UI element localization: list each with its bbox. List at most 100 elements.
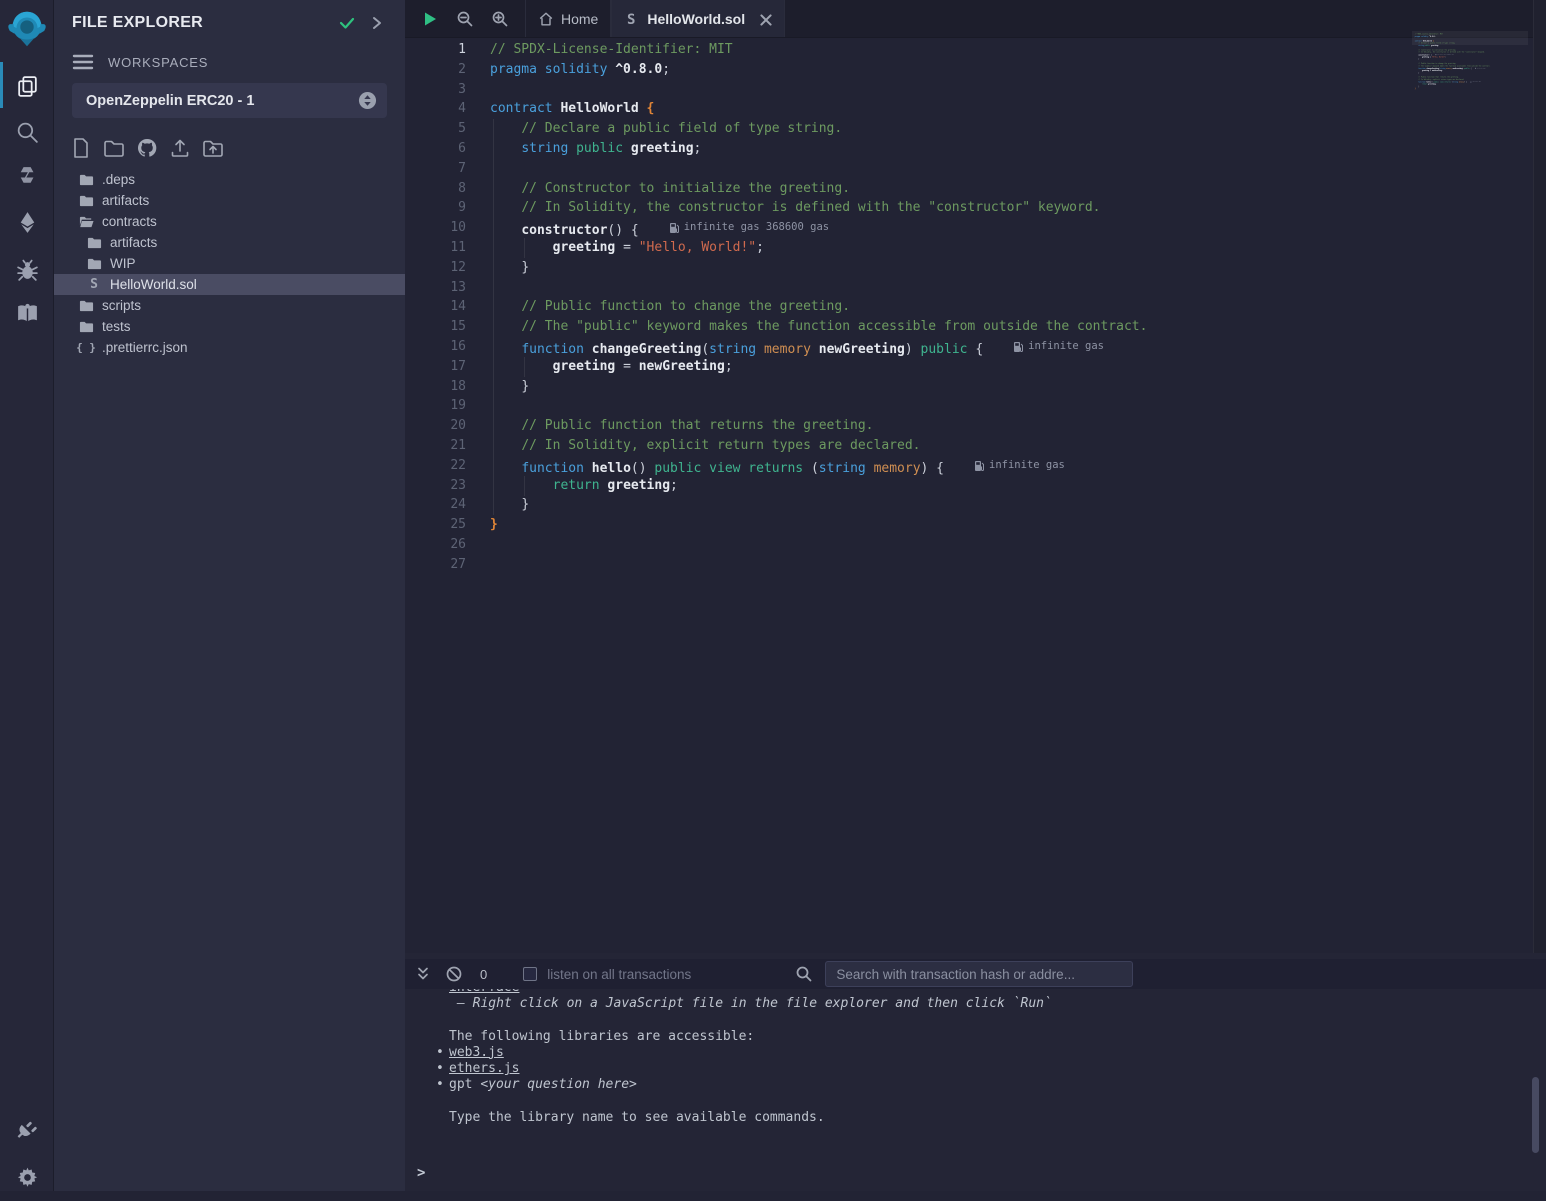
gas-estimate-hint: infinite gas 368600 gas (669, 218, 829, 238)
line-number: 10 (405, 218, 466, 238)
terminal-line (405, 1012, 1532, 1028)
workspace-dropdown-toggle-icon[interactable] (358, 91, 377, 110)
code-line: 27 (405, 555, 1533, 575)
line-number: 25 (405, 515, 466, 535)
check-icon[interactable] (337, 13, 357, 33)
chevron-right-icon[interactable] (367, 13, 387, 33)
tree-item-label: scripts (102, 298, 141, 313)
expand-terminal-icon[interactable] (414, 965, 432, 983)
clear-console-icon[interactable] (445, 965, 463, 983)
new-folder-icon[interactable] (103, 137, 127, 161)
close-tab-icon[interactable] (758, 12, 772, 26)
activitybar-settings[interactable] (0, 1153, 54, 1201)
tree-item--prettierrc-json[interactable]: { } .prettierrc.json (54, 337, 405, 358)
tree-item-label: HelloWorld.sol (110, 277, 197, 292)
code-line: 17 greeting = newGreeting; (405, 357, 1533, 377)
json-icon: { } (78, 340, 94, 356)
line-number: 23 (405, 476, 466, 496)
tree-item-helloworld-sol[interactable]: S HelloWorld.sol (54, 274, 405, 295)
upload-file-icon[interactable] (169, 137, 193, 161)
editor-scrollbar[interactable] (1533, 0, 1546, 953)
tree-item-tests[interactable]: tests (54, 316, 405, 337)
activitybar-learneth[interactable] (0, 289, 54, 337)
code-line: 15 // The "public" keyword makes the fun… (405, 317, 1533, 337)
code-line: 9 // In Solidity, the constructor is def… (405, 198, 1533, 218)
activitybar-debugger[interactable] (0, 246, 54, 294)
workspace-select[interactable]: OpenZeppelin ERC20 - 1 (72, 83, 387, 118)
file-operations-toolbar (70, 137, 391, 161)
clone-github-icon[interactable] (136, 137, 160, 161)
activitybar-file-explorer[interactable] (0, 62, 54, 110)
folder-icon (78, 193, 94, 209)
terminal-prompt[interactable]: > (417, 1165, 425, 1181)
new-file-icon[interactable] (70, 137, 94, 161)
zoom-out-icon[interactable] (456, 10, 474, 28)
zoom-in-icon[interactable] (491, 10, 509, 28)
run-script-button[interactable] (421, 10, 439, 28)
tree-item-artifacts[interactable]: artifacts (54, 190, 405, 211)
terminal-line: interface (405, 989, 1532, 996)
terminal-output[interactable]: interface– Right click on a JavaScript f… (405, 989, 1532, 1191)
line-number: 2 (405, 60, 466, 80)
terminal-scrollbar-thumb[interactable] (1532, 1077, 1539, 1153)
tree-item-scripts[interactable]: scripts (54, 295, 405, 316)
file-explorer-panel: FILE EXPLORER WORKSPACES OpenZeppelin ER… (54, 0, 405, 1191)
indent-guide (524, 357, 525, 377)
gas-estimate-hint: infinite gas (1475, 67, 1485, 69)
line-number: 24 (405, 495, 466, 515)
terminal-line: •ethers.js (405, 1061, 1532, 1077)
tree-item-label: WIP (110, 256, 136, 271)
tree-item-artifacts[interactable]: artifacts (54, 232, 405, 253)
activitybar-search[interactable] (0, 108, 54, 156)
code-line: 16 function changeGreeting(string memory… (405, 337, 1533, 357)
line-number: 14 (405, 297, 466, 317)
code-line (1412, 92, 1527, 94)
panel-title: FILE EXPLORER (72, 14, 327, 32)
code-line: 23 return greeting; (405, 476, 1533, 496)
terminal-toolbar: 0 listen on all transactions (405, 959, 1546, 989)
line-number: 7 (405, 159, 466, 179)
code-editor[interactable]: 1// SPDX-License-Identifier: MIT2pragma … (405, 38, 1533, 953)
line-number: 12 (405, 258, 466, 278)
indent-guide (524, 238, 525, 258)
terminal-line: •gpt <your question here> (405, 1077, 1532, 1093)
folder-icon (78, 172, 94, 188)
activitybar-deploy-run[interactable] (0, 198, 54, 246)
indent-guide (524, 476, 525, 496)
line-number: 18 (405, 377, 466, 397)
line-number: 26 (405, 535, 466, 555)
tab-helloworld-sol[interactable]: S HelloWorld.sol (611, 0, 785, 37)
svg-text:S: S (627, 12, 635, 27)
tab-helloworld-label: HelloWorld.sol (647, 11, 745, 27)
tree-item-contracts[interactable]: contracts (54, 211, 405, 232)
editor-region: Home S HelloWorld.sol 1// SPDX-License-I… (405, 0, 1546, 953)
indent-guide (493, 119, 494, 515)
line-number: 21 (405, 436, 466, 456)
transaction-search-input[interactable] (825, 961, 1133, 987)
upload-folder-icon[interactable] (202, 137, 226, 161)
remix-logo-icon[interactable] (4, 5, 50, 53)
tab-home-label: Home (561, 11, 598, 27)
listen-transactions-checkbox[interactable] (523, 967, 537, 981)
search-icon (795, 965, 813, 983)
hamburger-menu-icon[interactable] (72, 53, 94, 71)
code-line: 22 function hello() public view returns … (405, 456, 1533, 476)
listen-transactions-label: listen on all transactions (547, 967, 691, 982)
tree-item-wip[interactable]: WIP (54, 253, 405, 274)
line-number: 5 (405, 119, 466, 139)
code-line: 12 } (405, 258, 1533, 278)
code-line: 20 // Public function that returns the g… (405, 416, 1533, 436)
tree-item--deps[interactable]: .deps (54, 169, 405, 190)
activity-bar (0, 0, 54, 1191)
activitybar-plugin-manager[interactable] (0, 1105, 54, 1153)
tab-home[interactable]: Home (525, 0, 611, 37)
tree-item-label: .prettierrc.json (102, 340, 188, 355)
line-number: 9 (405, 198, 466, 218)
line-number: 22 (405, 456, 466, 476)
tree-item-label: contracts (102, 214, 157, 229)
activitybar-solidity-compiler[interactable] (0, 153, 54, 201)
minimap[interactable]: // SPDX-License-Identifier: MITpragma so… (1412, 33, 1528, 99)
line-number: 19 (405, 396, 466, 416)
code-line: 11 greeting = "Hello, World!"; (405, 238, 1533, 258)
file-tree: .deps artifacts contracts artifacts WIP … (54, 169, 405, 358)
